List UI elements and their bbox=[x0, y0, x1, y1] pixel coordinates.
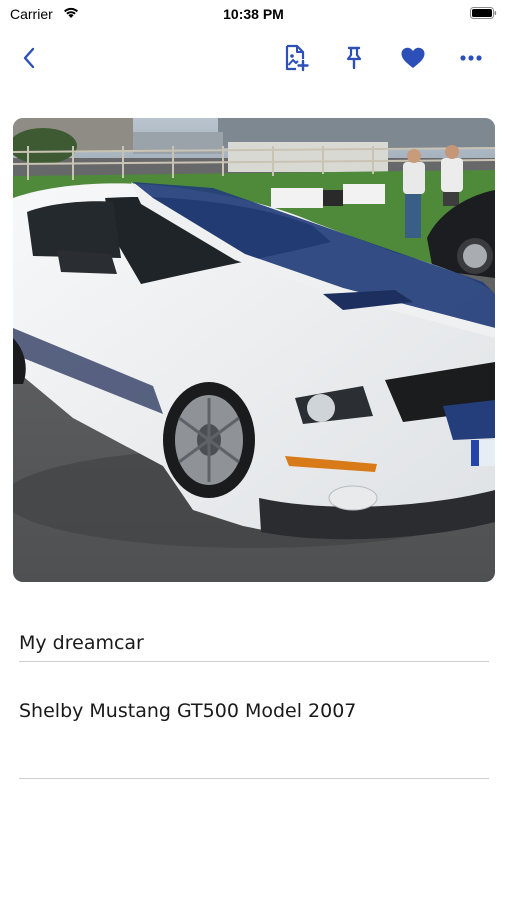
add-image-button[interactable] bbox=[276, 38, 316, 78]
note-image[interactable] bbox=[13, 118, 495, 582]
car-photo bbox=[13, 118, 495, 582]
status-bar: Carrier 10:38 PM bbox=[0, 0, 507, 28]
file-image-plus-icon bbox=[285, 44, 309, 72]
battery-icon bbox=[470, 7, 497, 19]
note-description-field[interactable]: Shelby Mustang GT500 Model 2007 bbox=[19, 698, 489, 779]
pin-button[interactable] bbox=[334, 38, 374, 78]
note-title-text: My dreamcar bbox=[19, 632, 144, 654]
note-title-field[interactable]: My dreamcar bbox=[19, 630, 489, 662]
chevron-left-icon bbox=[23, 47, 35, 69]
back-button[interactable] bbox=[10, 38, 50, 78]
favorite-button[interactable] bbox=[393, 38, 433, 78]
more-button[interactable] bbox=[451, 38, 491, 78]
clock: 10:38 PM bbox=[223, 6, 284, 22]
pin-icon bbox=[346, 46, 362, 70]
ellipsis-icon bbox=[460, 55, 482, 61]
note-description-text: Shelby Mustang GT500 Model 2007 bbox=[19, 700, 357, 722]
toolbar bbox=[0, 38, 507, 78]
heart-icon bbox=[401, 47, 425, 68]
